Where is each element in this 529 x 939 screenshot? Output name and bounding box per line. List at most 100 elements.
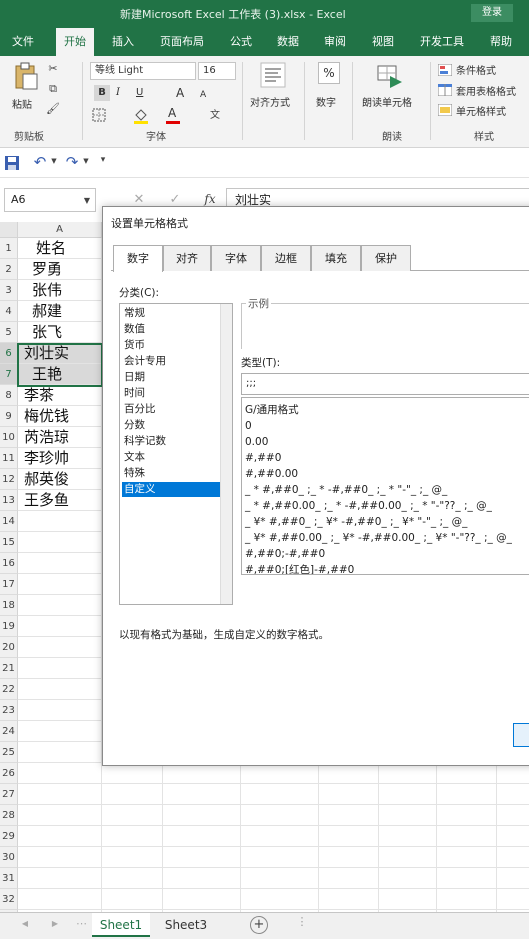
shrink-font-button[interactable]: A: [200, 87, 206, 103]
format-item[interactable]: #,##0;-#,##0: [245, 546, 325, 562]
ok-button[interactable]: [513, 723, 529, 747]
cell-a[interactable]: [18, 763, 102, 784]
cell-a[interactable]: 姓名: [18, 238, 102, 259]
customize-qat-icon[interactable]: ▾: [98, 155, 108, 169]
speak-cells-button[interactable]: 朗读单元格: [362, 94, 412, 109]
speak-cells-icon[interactable]: [376, 62, 404, 90]
cell-a[interactable]: [18, 595, 102, 616]
scroll-right-icon[interactable]: ▶: [50, 919, 60, 931]
format-list[interactable]: G/通用格式 0 0.00 #,##0 #,##0.00 _ * #,##0_ ;_ * …: [241, 397, 529, 575]
format-item[interactable]: _ * #,##0.00_ ;_ * -#,##0.00_ ;_ * "-"??…: [245, 498, 492, 514]
cell-a[interactable]: [18, 553, 102, 574]
paste-icon[interactable]: [12, 62, 38, 90]
tab-fill[interactable]: 填充: [311, 245, 361, 271]
underline-button[interactable]: U: [136, 85, 143, 101]
fill-color-icon[interactable]: [132, 106, 150, 124]
category-item[interactable]: 常规: [122, 306, 230, 321]
category-item[interactable]: 货币: [122, 338, 230, 353]
category-scrollbar[interactable]: [220, 304, 232, 604]
redo-icon[interactable]: ↷: [64, 153, 80, 171]
sheet-tab-sheet3[interactable]: Sheet3: [156, 913, 216, 937]
cell-a[interactable]: [18, 784, 102, 805]
category-item[interactable]: 会计专用: [122, 354, 230, 369]
cell-a[interactable]: [18, 721, 102, 742]
save-icon[interactable]: [4, 155, 20, 171]
phonetic-icon[interactable]: 文: [206, 106, 224, 122]
format-item[interactable]: #,##0: [245, 450, 281, 466]
format-item[interactable]: G/通用格式: [245, 402, 299, 418]
row-header[interactable]: 7: [0, 364, 18, 385]
category-item[interactable]: 特殊: [122, 466, 230, 481]
cell-a[interactable]: 罗勇: [18, 259, 102, 280]
font-size-select[interactable]: 16: [198, 62, 236, 80]
undo-dropdown-icon[interactable]: ▼: [50, 157, 58, 167]
tab-home[interactable]: 开始: [56, 28, 94, 56]
cell-a[interactable]: [18, 511, 102, 532]
type-input[interactable]: ;;;: [241, 373, 529, 395]
row-header[interactable]: 27: [0, 784, 18, 805]
add-sheet-icon[interactable]: +: [250, 916, 268, 934]
name-box-dropdown-icon[interactable]: ▼: [82, 196, 92, 206]
scroll-left-icon[interactable]: ◀: [20, 919, 30, 931]
category-list[interactable]: 常规 数值 货币 会计专用 日期 时间 百分比 分数 科学记数 文本 特殊 自定义: [119, 303, 233, 605]
cell-a[interactable]: [18, 805, 102, 826]
cell-a[interactable]: 郝建: [18, 301, 102, 322]
grow-font-button[interactable]: A: [176, 85, 184, 101]
borders-icon[interactable]: [92, 108, 106, 122]
row-header[interactable]: 29: [0, 826, 18, 847]
row-header[interactable]: 16: [0, 553, 18, 574]
tab-review[interactable]: 审阅: [324, 28, 346, 56]
format-as-table-button[interactable]: 套用表格格式: [456, 83, 516, 98]
cell-a[interactable]: 梅优钱: [18, 406, 102, 427]
row-header[interactable]: 12: [0, 469, 18, 490]
cell-a[interactable]: 张飞: [18, 322, 102, 343]
row-header[interactable]: 26: [0, 763, 18, 784]
cell-a[interactable]: [18, 700, 102, 721]
cell-a[interactable]: [18, 532, 102, 553]
cell-styles-button[interactable]: 单元格样式: [456, 103, 506, 118]
row-header[interactable]: 1: [0, 238, 18, 259]
tab-alignment[interactable]: 对齐: [163, 245, 211, 271]
row-header[interactable]: 9: [0, 406, 18, 427]
tab-file[interactable]: 文件: [12, 28, 34, 56]
tab-insert[interactable]: 插入: [112, 28, 134, 56]
cut-icon[interactable]: ✂: [46, 62, 60, 76]
sheet-tab-sheet1[interactable]: Sheet1: [92, 913, 150, 937]
row-header[interactable]: 18: [0, 595, 18, 616]
row-header[interactable]: 24: [0, 721, 18, 742]
undo-icon[interactable]: ↶: [32, 153, 48, 171]
cell-a[interactable]: [18, 574, 102, 595]
cell-a[interactable]: [18, 868, 102, 889]
format-item[interactable]: _ ¥* #,##0.00_ ;_ ¥* -#,##0.00_ ;_ ¥* "-…: [245, 530, 512, 546]
row-header[interactable]: 6: [0, 343, 18, 364]
cell-a[interactable]: [18, 742, 102, 763]
tab-number[interactable]: 数字: [113, 245, 163, 272]
category-item[interactable]: 时间: [122, 386, 230, 401]
row-header[interactable]: 3: [0, 280, 18, 301]
row-header[interactable]: 11: [0, 448, 18, 469]
row-header[interactable]: 23: [0, 700, 18, 721]
alignment-button[interactable]: 对齐方式: [250, 94, 290, 109]
tab-page-layout[interactable]: 页面布局: [160, 28, 204, 56]
row-header[interactable]: 4: [0, 301, 18, 322]
tab-view[interactable]: 视图: [372, 28, 394, 56]
italic-button[interactable]: I: [116, 85, 120, 101]
font-color-button[interactable]: A: [168, 106, 176, 120]
tab-font[interactable]: 字体: [211, 245, 261, 271]
row-header[interactable]: 5: [0, 322, 18, 343]
row-header[interactable]: 20: [0, 637, 18, 658]
row-header[interactable]: 8: [0, 385, 18, 406]
cell-a[interactable]: 王多鱼: [18, 490, 102, 511]
tab-data[interactable]: 数据: [277, 28, 299, 56]
tab-developer[interactable]: 开发工具: [420, 28, 464, 56]
cell-a[interactable]: [18, 637, 102, 658]
row-header[interactable]: 22: [0, 679, 18, 700]
row-header[interactable]: 30: [0, 847, 18, 868]
row-header[interactable]: 25: [0, 742, 18, 763]
tab-help[interactable]: 帮助: [490, 28, 512, 56]
bold-button[interactable]: B: [94, 85, 110, 101]
row-header[interactable]: 10: [0, 427, 18, 448]
row-header[interactable]: 19: [0, 616, 18, 637]
format-item[interactable]: #,##0;[红色]-#,##0: [245, 562, 354, 574]
tab-protection[interactable]: 保护: [361, 245, 411, 271]
